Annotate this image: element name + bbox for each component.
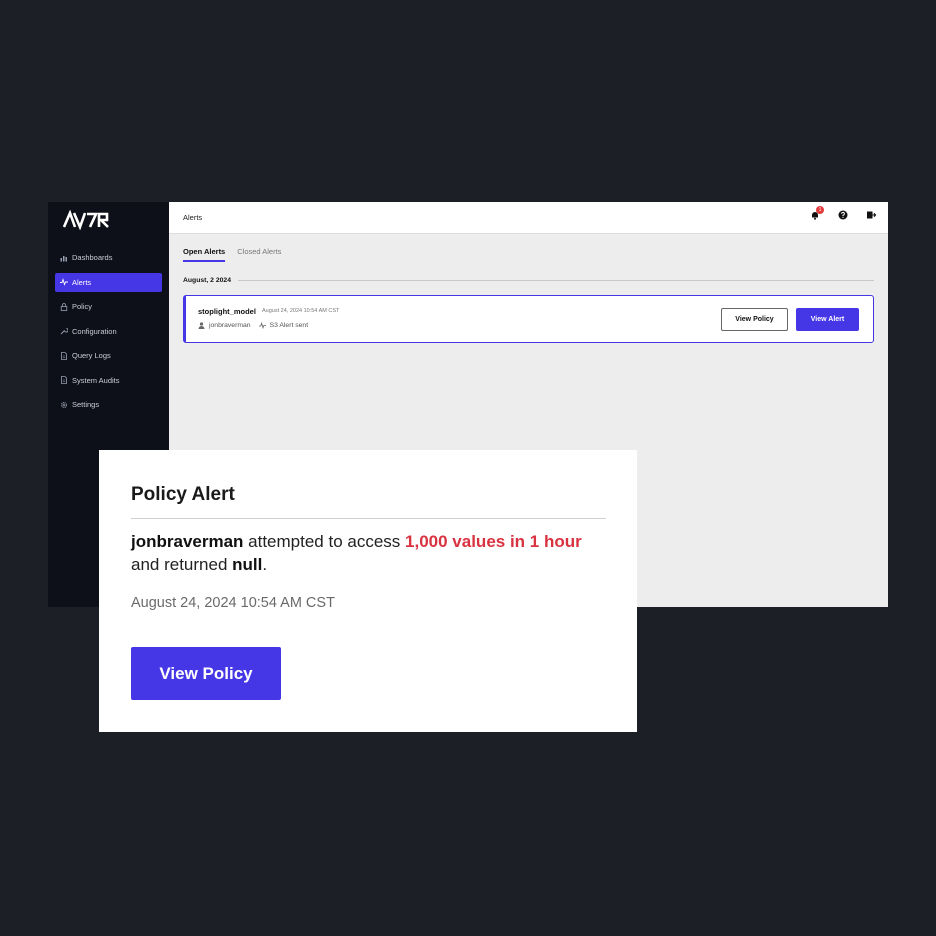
- top-bar: Alerts 1: [169, 202, 888, 234]
- alert-model-name: stoplight_model: [198, 307, 256, 316]
- popup-text: .: [262, 555, 268, 574]
- policy-alert-popup: Policy Alert jonbraverman attempted to a…: [99, 450, 637, 732]
- alert-user: jonbraverman: [209, 322, 251, 329]
- divider: [131, 518, 606, 519]
- view-policy-button[interactable]: View Policy: [721, 308, 788, 331]
- sidebar-item-configuration[interactable]: Configuration: [55, 322, 162, 341]
- pulse-icon: [258, 322, 266, 329]
- sidebar-item-label: Alerts: [72, 277, 92, 287]
- top-icons: 1: [792, 206, 876, 220]
- popup-user: jonbraverman: [131, 532, 244, 551]
- popup-timestamp: August 24, 2024 10:54 AM CST: [131, 595, 335, 611]
- wrench-icon: [60, 327, 68, 335]
- popup-message: jonbraverman attempted to access 1,000 v…: [131, 530, 611, 576]
- document-icon: [60, 376, 68, 384]
- popup-title: Policy Alert: [131, 484, 235, 505]
- sidebar-item-settings[interactable]: Settings: [55, 395, 162, 414]
- sidebar-item-label: Settings: [72, 400, 100, 409]
- sidebar-item-query-logs[interactable]: Query Logs: [55, 346, 162, 365]
- sidebar-item-label: Policy: [72, 302, 93, 311]
- logout-icon[interactable]: [866, 210, 876, 220]
- gear-icon: [60, 401, 68, 409]
- sidebar-nav: Dashboards Alerts Policy Configuration Q…: [55, 248, 162, 420]
- alert-timestamp: August 24, 2024 10:54 AM CST: [262, 308, 340, 314]
- popup-result: null: [232, 555, 263, 574]
- date-group-label: August, 2 2024: [183, 277, 231, 284]
- notification-badge: 1: [816, 206, 824, 214]
- pulse-icon: [60, 278, 68, 286]
- sidebar-item-label: Configuration: [72, 326, 117, 336]
- divider: [237, 280, 874, 281]
- sidebar-item-label: Query Logs: [72, 351, 111, 360]
- view-alert-button[interactable]: View Alert: [796, 308, 859, 331]
- alert-card[interactable]: stoplight_model August 24, 2024 10:54 AM…: [183, 295, 874, 343]
- sidebar-item-label: Dashboards: [72, 253, 113, 262]
- sidebar-item-label: System Audits: [72, 375, 120, 385]
- sidebar-item-alerts[interactable]: Alerts: [55, 272, 162, 292]
- user-icon: [198, 322, 205, 329]
- alert-event: S3 Alert sent: [269, 322, 309, 329]
- sidebar-item-policy[interactable]: Policy: [55, 297, 162, 316]
- help-icon[interactable]: [838, 210, 848, 220]
- sidebar-item-system-audits[interactable]: System Audits: [55, 371, 162, 390]
- popup-text: attempted to access: [243, 532, 406, 551]
- lock-icon: [60, 302, 68, 311]
- sidebar-item-dashboards[interactable]: Dashboards: [55, 248, 162, 267]
- popup-highlight: 1,000 values in 1 hour: [405, 532, 582, 551]
- alert-tabs: Open Alerts Closed Alerts: [183, 247, 293, 262]
- tab-open-alerts[interactable]: Open Alerts: [183, 247, 226, 262]
- tab-closed-alerts[interactable]: Closed Alerts: [237, 247, 281, 262]
- date-group-header: August, 2 2024: [183, 277, 874, 284]
- bell-icon[interactable]: 1: [810, 206, 824, 220]
- document-icon: [60, 351, 68, 360]
- bar-chart-icon: [60, 254, 68, 262]
- popup-view-policy-button[interactable]: View Policy: [131, 647, 281, 700]
- altr-logo[interactable]: [62, 210, 112, 230]
- page-title: Alerts: [183, 213, 203, 222]
- alert-meta: jonbraverman S3 Alert sent: [198, 322, 308, 329]
- popup-text: and returned: [131, 555, 233, 574]
